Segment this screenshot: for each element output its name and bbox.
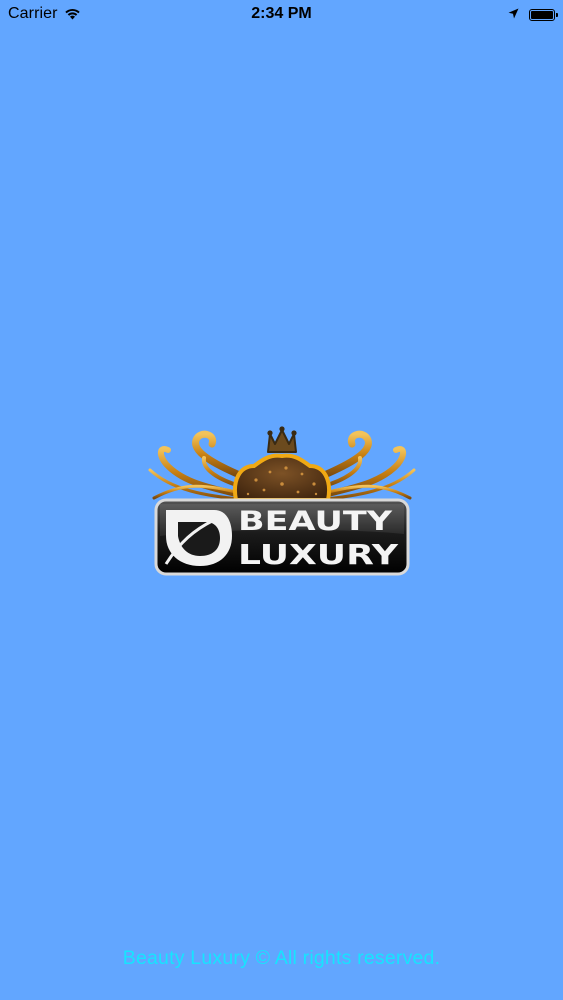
location-arrow-icon xyxy=(508,6,519,24)
status-time: 2:34 PM xyxy=(251,5,312,22)
copyright-footer: Beauty Luxury © All rights reserved. xyxy=(122,947,441,969)
logo-text-line1: BEAUTY xyxy=(238,506,393,537)
status-bar: Carrier 2:34 PM xyxy=(0,0,563,30)
battery-icon xyxy=(529,9,558,21)
logo-text-line2: LUXURY xyxy=(238,538,399,571)
battery-level-fill xyxy=(531,11,553,19)
battery-cap xyxy=(555,13,558,17)
status-right-icons xyxy=(508,6,558,24)
crown-icon xyxy=(267,426,297,453)
cushion-shape xyxy=(233,453,331,502)
leaf-icon xyxy=(164,510,232,566)
beauty-luxury-logo: BEAUTY LUXURY xyxy=(144,424,420,580)
